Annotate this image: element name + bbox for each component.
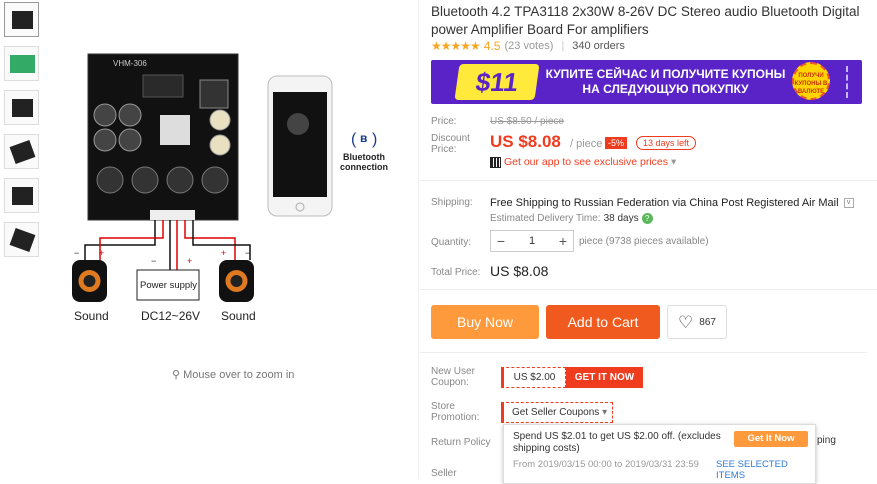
- delivery-value: 38 days: [603, 213, 639, 224]
- thumbnail[interactable]: [4, 178, 39, 213]
- app-promo-text: Get our app to see exclusive prices: [504, 156, 669, 168]
- delivery-label: Estimated Delivery Time:: [490, 213, 601, 224]
- voltage-label: DC12~26V: [141, 309, 200, 323]
- votes-link[interactable]: (23 votes): [504, 40, 553, 52]
- total-price-label: Total Price:: [431, 267, 481, 278]
- rating-row: ★★★★★ 4.5 (23 votes) | 340 orders: [431, 39, 625, 53]
- banner-badge: ПОЛУЧИ КУПОНЫ В ВАЛЮТЕ: [792, 62, 830, 100]
- separator: |: [561, 40, 565, 52]
- coupon-dates: From 2019/03/15 00:00 to 2019/03/31 23:5…: [513, 459, 699, 470]
- speaker-left-graphic: [72, 260, 107, 302]
- delivery-time: Estimated Delivery Time: 38 days ?: [490, 213, 653, 224]
- divider: [420, 352, 867, 353]
- zoom-hint-text: Mouse over to zoom in: [183, 369, 295, 381]
- seller-coupons-text: Get Seller Coupons: [512, 407, 600, 418]
- banner-amount: $11: [454, 64, 540, 100]
- shipping-info: Free Shipping to Russian Federation via …: [490, 197, 854, 209]
- qr-code-icon: [490, 156, 501, 168]
- shipping-text: Free Shipping to Russian Federation via …: [490, 197, 839, 209]
- quantity-minus-button[interactable]: −: [491, 233, 511, 249]
- add-to-cart-button[interactable]: Add to Cart: [546, 305, 660, 339]
- sound-left-label: Sound: [74, 309, 109, 323]
- return-policy-text: ping: [817, 435, 836, 446]
- original-price: US $8.50 / piece: [490, 116, 564, 127]
- amplifier-board-graphic: VHM-306: [87, 53, 239, 221]
- thumbnail[interactable]: [4, 46, 39, 81]
- quantity-label: Quantity:: [431, 237, 472, 248]
- thumbnail[interactable]: [4, 134, 39, 169]
- discount-price-label: Discount Price:: [431, 133, 470, 155]
- help-icon[interactable]: ?: [641, 213, 653, 224]
- thumbnail[interactable]: [4, 222, 39, 257]
- board-label: VHM-306: [113, 59, 147, 68]
- product-title: Bluetooth 4.2 TPA3118 2x30W 8-26V DC Ste…: [431, 4, 860, 37]
- power-supply-label: Power supply: [140, 280, 197, 291]
- see-selected-items-link[interactable]: SEE SELECTED ITEMS: [716, 459, 815, 481]
- store-promotion-label: Store Promotion:: [431, 401, 480, 423]
- chevron-down-icon: ▾: [602, 407, 608, 418]
- heart-icon: ♡: [678, 312, 694, 332]
- discount-price: US $8.08: [490, 132, 561, 151]
- thumbnail[interactable]: [4, 2, 39, 37]
- get-it-now-button[interactable]: GET IT NOW: [566, 367, 643, 388]
- coupon-banner[interactable]: $11 КУПИТЕ СЕЙЧАС И ПОЛУЧИТЕ КУПОНЫ НА С…: [431, 60, 862, 104]
- discount-badge: -5%: [605, 137, 628, 149]
- seller-coupon-popup: Spend US $2.01 to get US $2.00 off. (exc…: [503, 424, 816, 484]
- shipping-label: Shipping:: [431, 197, 473, 208]
- buy-now-button[interactable]: Buy Now: [431, 305, 539, 339]
- plus-sign: +: [187, 256, 192, 266]
- search-icon: ⚲: [172, 369, 184, 381]
- quantity-input[interactable]: 1: [511, 235, 553, 247]
- quantity-stepper: − 1 +: [490, 230, 574, 252]
- seller-label: Seller: [431, 468, 457, 479]
- bluetooth-label: Bluetooth: [343, 152, 385, 162]
- return-policy-label: Return Policy: [431, 437, 491, 448]
- wishlist-button[interactable]: ♡ 867: [667, 305, 727, 339]
- plus-sign: +: [99, 248, 104, 258]
- availability-text: piece (9738 pieces available): [579, 236, 709, 247]
- banner-text: КУПИТЕ СЕЙЧАС И ПОЛУЧИТЕ КУПОНЫ НА СЛЕДУ…: [545, 67, 786, 96]
- days-left-badge: 13 days left: [636, 136, 697, 150]
- minus-sign: −: [245, 248, 250, 258]
- sound-right-label: Sound: [221, 309, 256, 323]
- rating-value: 4.5: [483, 39, 501, 53]
- svg-text:(: (: [351, 131, 357, 148]
- divider: [420, 180, 877, 181]
- total-price: US $8.08: [490, 263, 549, 279]
- coupon-condition: Spend US $2.01 to get US $2.00 off. (exc…: [513, 431, 721, 454]
- plus-sign: +: [221, 248, 226, 258]
- bluetooth-icon: ( ʙ ): [351, 131, 377, 148]
- price-label: Price:: [431, 116, 457, 127]
- minus-sign: −: [151, 256, 156, 266]
- shipping-dropdown-icon[interactable]: v: [843, 198, 854, 209]
- new-user-coupon-label: New User Coupon:: [431, 366, 475, 388]
- star-rating-icon: ★★★★★: [431, 39, 481, 53]
- bluetooth-connection-label: connection: [340, 162, 388, 172]
- app-promo-link[interactable]: Get our app to see exclusive prices ▾: [490, 156, 676, 168]
- divider: [420, 289, 877, 290]
- thumbnail-list: [4, 2, 42, 266]
- wishlist-count: 867: [699, 316, 716, 328]
- new-user-coupon: US $2.00: [501, 367, 566, 388]
- orders-count: 340 orders: [572, 40, 625, 52]
- ticket-edge: [846, 66, 856, 98]
- per-piece: / piece: [570, 138, 603, 150]
- svg-text:): ): [372, 131, 377, 148]
- seller-coupons-dropdown[interactable]: Get Seller Coupons ▾: [501, 402, 613, 423]
- get-coupon-button[interactable]: Get It Now: [734, 431, 808, 447]
- svg-text:ʙ: ʙ: [360, 131, 367, 145]
- product-image[interactable]: VHM-306 − + + − − + Power supply Sound D…: [55, 20, 415, 355]
- speaker-right-graphic: [219, 260, 254, 302]
- phone-graphic: [267, 75, 333, 217]
- minus-sign: −: [74, 248, 79, 258]
- zoom-hint: ⚲ Mouse over to zoom in: [172, 368, 294, 381]
- column-divider: [418, 0, 419, 479]
- chevron-down-icon: ▾: [671, 156, 677, 168]
- thumbnail[interactable]: [4, 90, 39, 125]
- quantity-plus-button[interactable]: +: [553, 233, 573, 249]
